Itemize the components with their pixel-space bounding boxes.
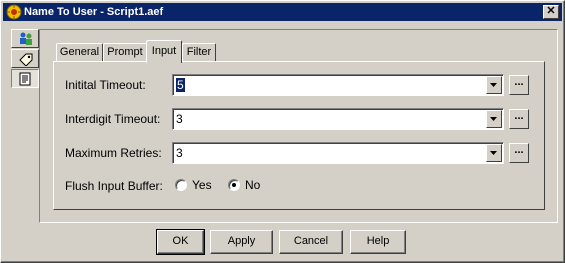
input-tab-panel: [53, 61, 545, 210]
document-icon: [19, 72, 31, 86]
tab-prompt[interactable]: Prompt: [103, 43, 147, 62]
app-icon: [6, 4, 22, 20]
close-icon: ✕: [546, 5, 556, 17]
apply-button[interactable]: Apply: [210, 230, 273, 254]
users-icon: [20, 32, 32, 45]
cancel-button[interactable]: Cancel: [279, 230, 343, 254]
close-button[interactable]: ✕: [543, 5, 559, 19]
tab-general[interactable]: General: [56, 43, 103, 62]
dialog-window: Name To User - Script1.aef ✕ General Pro…: [0, 0, 565, 263]
toolbar-tag-button[interactable]: [11, 49, 39, 68]
tag-icon: [19, 53, 33, 66]
tab-input[interactable]: Input: [146, 40, 182, 63]
tab-filter[interactable]: Filter: [182, 43, 216, 62]
title-bar[interactable]: Name To User - Script1.aef ✕: [3, 3, 562, 21]
toolbar-users-button[interactable]: [11, 29, 39, 48]
window-title: Name To User - Script1.aef: [24, 6, 164, 18]
help-button[interactable]: Help: [350, 230, 406, 254]
ok-button[interactable]: OK: [156, 229, 205, 255]
toolbar-document-button[interactable]: [11, 69, 39, 88]
